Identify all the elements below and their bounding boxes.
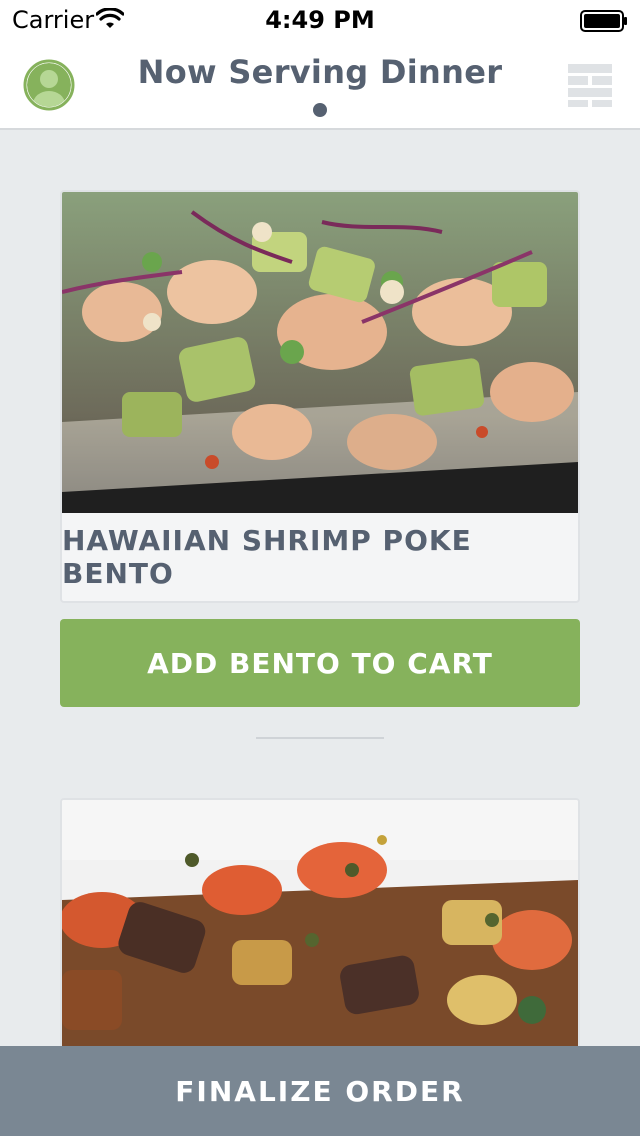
grid-menu-icon — [568, 64, 612, 107]
status-bar: Carrier 4:49 PM — [0, 0, 640, 40]
battery-icon — [580, 10, 627, 32]
divider — [256, 737, 384, 739]
menu-button[interactable] — [566, 62, 614, 108]
bento-card[interactable]: HAWAIIAN SHRIMP POKE BENTO — [60, 190, 580, 603]
bento-photo — [62, 800, 578, 1056]
page-title: Now Serving Dinner — [137, 53, 503, 91]
clock: 4:49 PM — [265, 6, 375, 34]
add-bento-to-cart-button[interactable]: ADD BENTO TO CART — [60, 619, 580, 707]
page-indicator-dot — [313, 103, 327, 117]
finalize-order-button[interactable]: FINALIZE ORDER — [0, 1046, 640, 1136]
bento-card[interactable] — [60, 798, 580, 1058]
nav-bar: Now Serving Dinner — [0, 40, 640, 130]
bento-name: HAWAIIAN SHRIMP POKE BENTO — [62, 524, 472, 590]
bento-photo — [62, 192, 578, 513]
